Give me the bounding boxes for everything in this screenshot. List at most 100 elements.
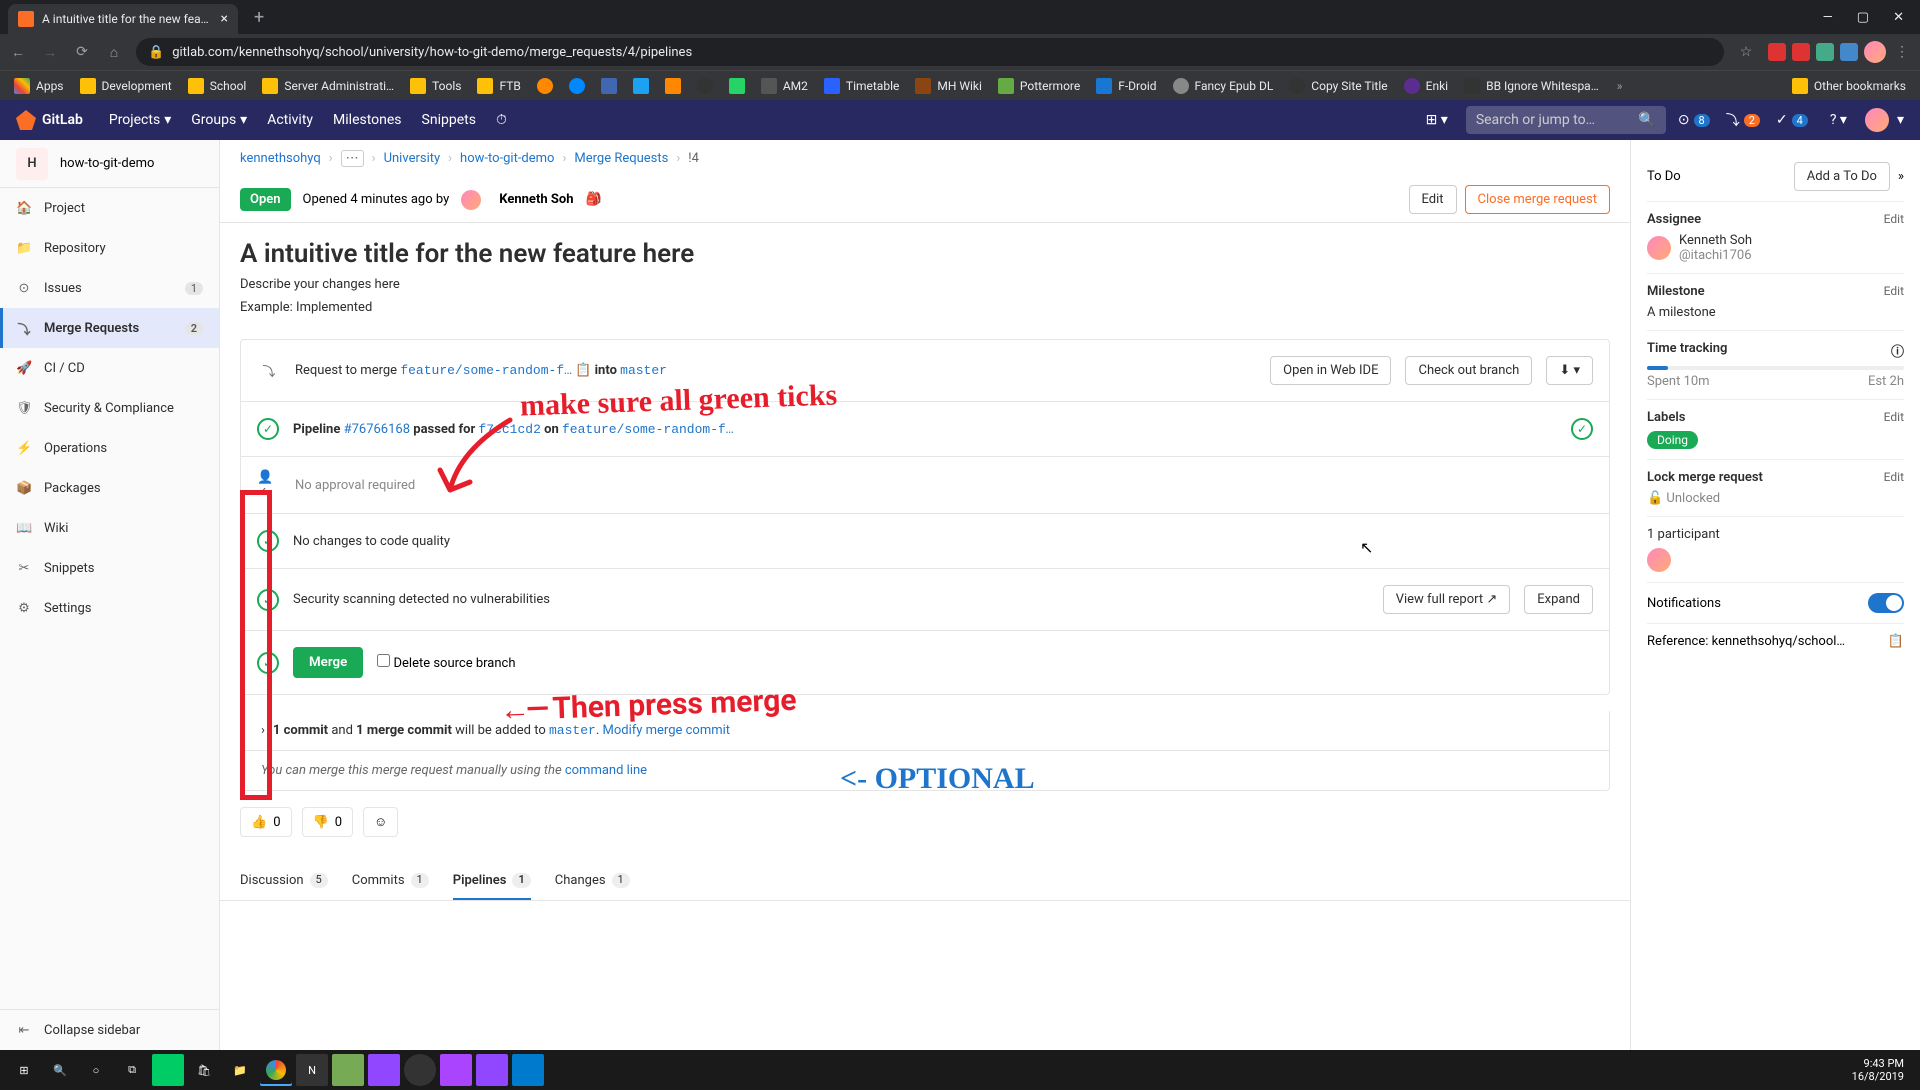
- commit-sha-link[interactable]: f7cc1cd2: [478, 422, 540, 437]
- vscode-icon[interactable]: [512, 1054, 544, 1086]
- notifications-toggle[interactable]: [1868, 593, 1904, 613]
- profile-avatar[interactable]: [1864, 41, 1886, 63]
- pipeline-status-icon[interactable]: ✓: [1571, 418, 1593, 440]
- ext-icon[interactable]: [1816, 43, 1834, 61]
- bookmark-item[interactable]: [659, 78, 687, 94]
- bookmark-item[interactable]: Timetable: [818, 78, 905, 94]
- sidebar-item-operations[interactable]: ⚡Operations: [0, 428, 219, 468]
- explorer-icon[interactable]: 📁: [224, 1054, 256, 1086]
- add-todo-button[interactable]: Add a To Do: [1794, 162, 1890, 191]
- nav-projects[interactable]: Projects ▾: [99, 100, 181, 140]
- ext-icon[interactable]: [1792, 43, 1810, 61]
- new-tab-button[interactable]: +: [246, 7, 272, 28]
- chrome-icon[interactable]: [260, 1054, 292, 1086]
- close-window-icon[interactable]: ✕: [1893, 10, 1904, 25]
- system-tray[interactable]: 9:43 PM 16/8/2019: [1844, 1057, 1912, 1083]
- nav-groups[interactable]: Groups ▾: [181, 100, 257, 140]
- bookmark-item[interactable]: [691, 78, 719, 94]
- sidebar-item-snippets[interactable]: ✂Snippets: [0, 548, 219, 588]
- bookmark-item[interactable]: Fancy Epub DL: [1167, 78, 1280, 94]
- download-dropdown[interactable]: ⬇ ▾: [1546, 356, 1593, 385]
- participant-avatar[interactable]: [1647, 548, 1671, 572]
- sidebar-item-project[interactable]: 🏠Project: [0, 188, 219, 228]
- bookmark-item[interactable]: [595, 78, 623, 94]
- tab-pipelines[interactable]: Pipelines1: [453, 861, 531, 900]
- sidebar-item-merge-requests[interactable]: ⤵Merge Requests2: [0, 308, 219, 348]
- user-avatar[interactable]: [1865, 108, 1889, 132]
- star-icon[interactable]: ☆: [1736, 44, 1756, 60]
- ext-icon[interactable]: [1768, 43, 1786, 61]
- nav-milestones[interactable]: Milestones: [323, 100, 412, 140]
- modify-merge-commit-link[interactable]: Modify merge commit: [602, 723, 730, 738]
- milestone-value[interactable]: A milestone: [1647, 305, 1904, 320]
- browser-tab[interactable]: A intuitive title for the new featu… ×: [8, 4, 238, 34]
- bookmark-item[interactable]: MH Wiki: [909, 78, 988, 94]
- open-web-ide-button[interactable]: Open in Web IDE: [1270, 356, 1391, 385]
- help-icon[interactable]: ⓘ: [1891, 341, 1904, 360]
- nav-instance-icon[interactable]: ⏱: [486, 100, 517, 140]
- sidebar-item-settings[interactable]: ⚙Settings: [0, 588, 219, 628]
- todos-counter[interactable]: ✓4: [1772, 112, 1812, 128]
- sidebar-item-issues[interactable]: ⊙Issues1: [0, 268, 219, 308]
- author-name[interactable]: Kenneth Soh: [499, 192, 573, 207]
- help-dropdown[interactable]: ? ▾: [1820, 100, 1857, 140]
- checkout-branch-button[interactable]: Check out branch: [1405, 356, 1532, 385]
- start-button[interactable]: ⊞: [8, 1054, 40, 1086]
- close-tab-icon[interactable]: ×: [221, 11, 228, 27]
- taskbar-app[interactable]: N: [296, 1054, 328, 1086]
- bookmark-item[interactable]: [627, 78, 655, 94]
- command-line-link[interactable]: command line: [565, 763, 647, 778]
- delete-branch-label[interactable]: Delete source branch: [377, 654, 515, 671]
- edit-assignee[interactable]: Edit: [1884, 212, 1904, 227]
- global-search[interactable]: Search or jump to… 🔍: [1466, 106, 1666, 134]
- home-icon[interactable]: ⌂: [104, 44, 124, 61]
- sidebar-item-ci-cd[interactable]: 🚀CI / CD: [0, 348, 219, 388]
- cortana-icon[interactable]: ○: [80, 1054, 112, 1086]
- back-icon[interactable]: ←: [8, 44, 28, 61]
- tab-changes[interactable]: Changes1: [555, 861, 630, 900]
- copy-icon[interactable]: 📋: [575, 363, 591, 378]
- breadcrumb-user[interactable]: kennethsohyq: [240, 151, 321, 166]
- target-branch[interactable]: master: [620, 363, 667, 378]
- edit-button[interactable]: Edit: [1409, 185, 1457, 214]
- plus-dropdown[interactable]: ⊞ ▾: [1416, 100, 1458, 140]
- breadcrumb-project[interactable]: how-to-git-demo: [460, 151, 554, 166]
- sidebar-item-security-compliance[interactable]: 🛡Security & Compliance: [0, 388, 219, 428]
- bookmark-item[interactable]: Server Administrati…: [256, 78, 400, 94]
- label-chip[interactable]: Doing: [1647, 431, 1698, 449]
- bookmark-item[interactable]: Development: [74, 78, 178, 94]
- nav-activity[interactable]: Activity: [257, 100, 323, 140]
- task-view-icon[interactable]: ⧉: [116, 1054, 148, 1086]
- minimize-icon[interactable]: —: [1823, 10, 1833, 25]
- bookmark-item[interactable]: Pottermore: [992, 78, 1086, 94]
- expand-sidebar-icon[interactable]: »: [1898, 169, 1904, 184]
- tab-discussion[interactable]: Discussion5: [240, 861, 328, 900]
- bookmark-item[interactable]: AM2: [755, 78, 814, 94]
- bookmark-item[interactable]: [723, 78, 751, 94]
- bookmark-item[interactable]: Enki: [1398, 78, 1454, 94]
- forward-icon[interactable]: →: [40, 44, 60, 61]
- bookmark-item[interactable]: Copy Site Title: [1283, 78, 1393, 94]
- breadcrumb-group[interactable]: University: [384, 151, 441, 166]
- edit-labels[interactable]: Edit: [1884, 410, 1904, 425]
- bookmark-item[interactable]: FTB: [471, 78, 526, 94]
- sidebar-project-header[interactable]: H how-to-git-demo: [0, 140, 219, 188]
- thumbs-up-button[interactable]: 👍 0: [240, 807, 292, 837]
- bookmark-item[interactable]: [563, 78, 591, 94]
- sidebar-item-packages[interactable]: 📦Packages: [0, 468, 219, 508]
- sidebar-item-wiki[interactable]: 📖Wiki: [0, 508, 219, 548]
- ext-icon[interactable]: [1840, 43, 1858, 61]
- obs-icon[interactable]: [404, 1054, 436, 1086]
- source-branch[interactable]: feature/some-random-f…: [400, 363, 572, 378]
- close-mr-button[interactable]: Close merge request: [1465, 185, 1610, 214]
- nav-snippets[interactable]: Snippets: [412, 100, 486, 140]
- bookmark-item[interactable]: F-Droid: [1090, 78, 1162, 94]
- author-avatar[interactable]: [461, 190, 481, 210]
- edit-milestone[interactable]: Edit: [1884, 284, 1904, 299]
- collapse-sidebar[interactable]: ⇤ Collapse sidebar: [0, 1010, 219, 1050]
- tab-commits[interactable]: Commits1: [352, 861, 429, 900]
- emoji-picker-button[interactable]: ☺: [363, 807, 398, 837]
- copy-reference-icon[interactable]: 📋: [1888, 634, 1904, 649]
- taskbar-app[interactable]: [152, 1054, 184, 1086]
- view-full-report-button[interactable]: View full report ↗: [1383, 585, 1511, 614]
